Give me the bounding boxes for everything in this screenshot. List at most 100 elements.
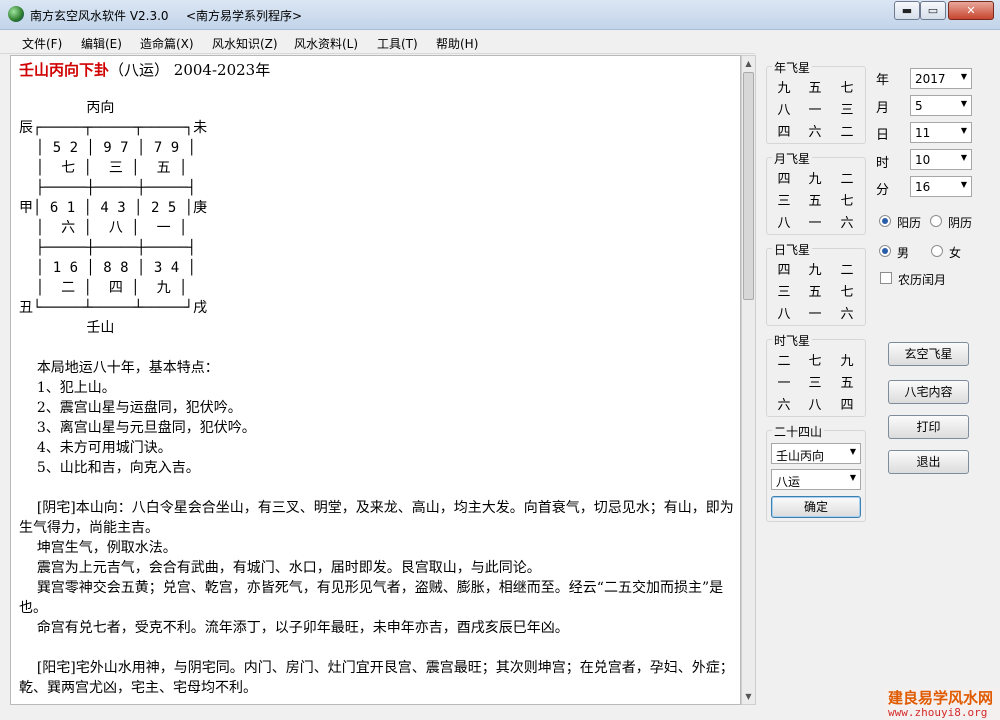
print-button[interactable]: 打印 (888, 415, 969, 439)
month-star-group: 月飞星 四 九 二 三 五 七 八 一 六 (766, 150, 866, 235)
bazhai-button[interactable]: 八宅内容 (888, 380, 969, 404)
day-select[interactable]: 11 ▼ (910, 122, 972, 143)
hour-label: 时 (876, 156, 890, 171)
maximize-button[interactable]: ▭ (920, 1, 946, 20)
chevron-down-icon: ▼ (960, 126, 967, 135)
year-star-cell: 四 (777, 125, 791, 140)
hour-star-cell: 九 (840, 354, 854, 369)
month-star-cell: 四 (777, 172, 791, 187)
hour-select[interactable]: 10 ▼ (910, 149, 972, 170)
day-star-cell: 八 (777, 307, 791, 322)
day-star-cell: 七 (840, 285, 854, 300)
hour-star-cell: 四 (840, 398, 854, 413)
hour-star-cell: 八 (808, 398, 822, 413)
title-bar: 南方玄空风水软件 V2.3.0 <南方易学系列程序> ▬ ▭ ✕ (0, 0, 1000, 30)
day-star-cell: 九 (808, 263, 822, 278)
month-star-cell: 二 (840, 172, 854, 187)
day-star-cell: 二 (840, 263, 854, 278)
scroll-thumb[interactable] (743, 72, 754, 300)
year-star-cell: 三 (840, 103, 854, 118)
hour-select-value: 10 (915, 153, 931, 167)
mountain-select-value: 壬山丙向 (776, 449, 825, 463)
month-select-value: 5 (915, 99, 923, 113)
year-select[interactable]: 2017 ▼ (910, 68, 972, 89)
male-label: 男 (897, 246, 910, 260)
month-star-cell: 三 (777, 194, 791, 209)
male-radio[interactable] (879, 245, 891, 257)
day-star-title: 日飞星 (772, 241, 813, 258)
mountains-group: 二十四山 壬山丙向 ▼ 八运 ▼ 确定 (766, 423, 866, 522)
month-label: 月 (876, 101, 890, 116)
menu-tools[interactable]: 工具(T) (377, 35, 418, 52)
flying-star-grid-line: │ 1 6 │ 8 8 │ 3 4 │ (19, 260, 197, 276)
doc-paragraph: 震宫为上元吉气，会合有武曲，有城门、水口，届时即发。艮宫取山，与此同论。 (19, 560, 541, 576)
year-star-cell: 八 (777, 103, 791, 118)
year-star-cell: 二 (840, 125, 854, 140)
doc-paragraph: 2、震宫山星与运盘同，犯伏吟。 (19, 400, 242, 416)
doc-paragraph: 5、山比和吉，向克入吉。 (19, 460, 200, 476)
year-star-cell: 一 (808, 103, 822, 118)
lunar-radio[interactable] (930, 215, 942, 227)
solar-radio[interactable] (879, 215, 891, 227)
period-select[interactable]: 八运 ▼ (771, 469, 861, 490)
menu-zaoming[interactable]: 造命篇(X) (140, 35, 194, 52)
confirm-button[interactable]: 确定 (771, 496, 861, 518)
doc-paragraph: 巽宫零神交会五黄；兑宫、乾宫，亦皆死气，有见形见气者，盗贼、膨胀，相继而至。经云… (19, 580, 724, 616)
doc-header: 壬山丙向下卦（八运） 2004-2023年 (19, 59, 270, 80)
close-button[interactable]: ✕ (948, 1, 994, 20)
hour-star-cell: 三 (808, 376, 822, 391)
month-select[interactable]: 5 ▼ (910, 95, 972, 116)
menu-edit[interactable]: 编辑(E) (81, 35, 122, 52)
watermark-title: 建良易学风水网 (888, 689, 994, 707)
minimize-button[interactable]: ▬ (894, 1, 920, 20)
leap-month-checkbox[interactable] (880, 272, 892, 284)
mountains-title: 二十四山 (772, 423, 825, 440)
chevron-down-icon: ▼ (849, 473, 856, 482)
hour-star-group: 时飞星 二 七 九 一 三 五 六 八 四 (766, 332, 866, 417)
flying-star-grid-line: │ 七 │ 三 │ 五 │ (19, 160, 188, 176)
day-star-group: 日飞星 四 九 二 三 五 七 八 一 六 (766, 241, 866, 326)
flying-star-grid-line: ├─────┼─────┼─────┤ (19, 240, 197, 256)
doc-paragraph: [阳宅]宅外山水用神，与阴宅同。内门、房门、灶门宜开艮宫、震宫最旺；其次则坤宫；… (19, 660, 734, 696)
year-star-cell: 六 (808, 125, 822, 140)
chevron-down-icon: ▼ (849, 447, 856, 456)
document-pane[interactable]: 壬山丙向下卦（八运） 2004-2023年 丙向 辰┌─────┬─────┬─… (10, 55, 741, 705)
chevron-down-icon: ▼ (960, 153, 967, 162)
doc-scrollbar[interactable]: ▲ ▼ (741, 55, 756, 705)
xuankong-button[interactable]: 玄空飞星 (888, 342, 969, 366)
menu-fengshui-knowledge[interactable]: 风水知识(Z) (212, 35, 278, 52)
site-watermark: 建良易学风水网 www.zhouyi8.org (884, 687, 1000, 720)
day-select-value: 11 (915, 126, 931, 140)
hour-star-title: 时飞星 (772, 332, 813, 349)
app-title: 南方玄空风水软件 V2.3.0 (30, 9, 169, 23)
flying-star-grid-line: 甲│ 6 1 │ 4 3 │ 2 5 │庚 (19, 200, 208, 216)
exit-button[interactable]: 退出 (888, 450, 969, 474)
menu-help[interactable]: 帮助(H) (436, 35, 478, 52)
menu-fengshui-data[interactable]: 风水资料(L) (294, 35, 358, 52)
female-radio[interactable] (931, 245, 943, 257)
mountain-select[interactable]: 壬山丙向 ▼ (771, 443, 861, 464)
app-globe-icon (8, 6, 24, 22)
menu-file[interactable]: 文件(F) (22, 35, 62, 52)
minute-label: 分 (876, 183, 890, 198)
period-select-value: 八运 (776, 475, 801, 489)
doc-header-period: （八运） 2004-2023年 (109, 61, 271, 79)
flying-star-grid-line: 辰┌─────┬─────┬─────┐未 (19, 120, 208, 136)
month-star-title: 月飞星 (772, 150, 813, 167)
flying-star-grid-line: │ 二 │ 四 │ 九 │ (19, 280, 188, 296)
day-star-cell: 六 (840, 307, 854, 322)
minute-select[interactable]: 16 ▼ (910, 176, 972, 197)
month-star-cell: 六 (840, 216, 854, 231)
menu-bar: 文件(F) 编辑(E) 造命篇(X) 风水知识(Z) 风水资料(L) 工具(T)… (0, 30, 755, 54)
month-star-cell: 一 (808, 216, 822, 231)
solar-label: 阳历 (897, 216, 922, 230)
flying-star-grid-line: │ 六 │ 八 │ 一 │ (19, 220, 188, 236)
day-star-cell: 五 (808, 285, 822, 300)
scroll-up-arrow-icon[interactable]: ▲ (742, 56, 755, 71)
doc-paragraph: 命宫有兑七者，受克不利。流年添丁，以子卯年最旺，未申年亦吉，酉戌亥辰巳年凶。 (19, 620, 569, 636)
doc-paragraph: 1、犯上山。 (19, 380, 116, 396)
female-label: 女 (949, 246, 962, 260)
hour-star-cell: 六 (777, 398, 791, 413)
scroll-down-arrow-icon[interactable]: ▼ (742, 689, 755, 704)
hour-star-cell: 二 (777, 354, 791, 369)
